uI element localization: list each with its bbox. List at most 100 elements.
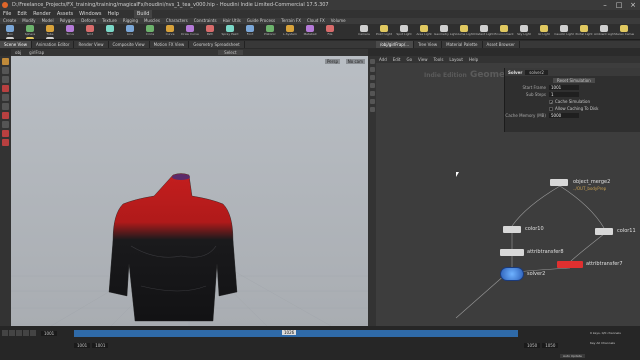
scene-viewport[interactable]: Persp No cam <box>11 56 368 326</box>
node-object-merge2[interactable] <box>550 179 568 186</box>
light-tool-ambient-light[interactable]: Ambient Light <box>594 24 614 36</box>
scale-tool-icon[interactable] <box>2 85 9 92</box>
menu-render[interactable]: Render <box>30 10 54 18</box>
light-tool-stereo-camera[interactable]: Stereo Camera <box>614 24 634 36</box>
tab-obj-girlfrap[interactable]: /obj/girlFrap/... <box>376 41 415 48</box>
light-tool-caustic-light[interactable]: Caustic Light <box>554 24 574 36</box>
shelf-tool-curve[interactable]: Curve <box>160 24 180 36</box>
light-tool-geometry-light[interactable]: Geometry Light <box>434 24 454 36</box>
light-tool-volume-light[interactable]: Volume Light <box>454 24 474 36</box>
shelf-tool-sphere[interactable]: Sphere <box>20 24 40 36</box>
tab-material-palette[interactable]: Material Palette <box>442 41 483 48</box>
pose-tool-icon[interactable] <box>2 94 9 101</box>
light-tool-area-light[interactable]: Area Light <box>414 24 434 36</box>
tab-asset-browser[interactable]: Asset Browser <box>483 41 520 48</box>
handle-tool-icon[interactable] <box>2 103 9 110</box>
shelf-tool-draw-curve[interactable]: Draw Curve <box>180 24 200 36</box>
key-all-channels-button[interactable]: Key All Channels <box>590 341 615 345</box>
shelf-tool-path[interactable]: Path <box>200 24 220 36</box>
close-button[interactable]: × <box>626 0 640 10</box>
menu-help[interactable]: Help <box>104 10 121 18</box>
node-attribtransfer7[interactable] <box>557 261 583 268</box>
step-back-icon[interactable] <box>9 330 15 336</box>
desktop-build[interactable]: Build <box>133 10 153 18</box>
shelf-tool-spray-paint[interactable]: Spray Paint <box>220 24 240 36</box>
light-tool-environment[interactable]: Environment <box>494 24 514 36</box>
light-tool-gamepad[interactable]: Gamepad <box>40 36 60 39</box>
brush-tool-icon[interactable] <box>2 130 9 137</box>
parm-node-name[interactable]: solver2 <box>525 69 548 75</box>
timeline-frame-marker[interactable]: 1026 <box>282 330 297 335</box>
node-color11[interactable] <box>595 228 613 235</box>
range-end-field[interactable]: 1050 <box>524 343 541 348</box>
shelf-tool-font[interactable]: Font <box>240 24 260 36</box>
allow-caching-checkbox[interactable] <box>549 106 553 111</box>
shelf-tool-torus[interactable]: Torus <box>60 24 80 36</box>
start-frame-input[interactable]: 1001 <box>549 85 579 90</box>
tab-animation-editor[interactable]: Animation Editor <box>32 41 75 48</box>
shaded-icon[interactable] <box>369 75 375 80</box>
display-option-icon[interactable] <box>369 59 375 64</box>
view-tool-icon[interactable] <box>2 112 9 119</box>
light-tool-distant-light[interactable]: Distant Light <box>474 24 494 36</box>
move-tool-icon[interactable] <box>2 67 9 74</box>
maximize-button[interactable]: □ <box>612 0 626 10</box>
tab-tree-view[interactable]: Tree View <box>414 41 443 48</box>
node-path[interactable]: girlFrap <box>25 50 48 55</box>
node-color10[interactable] <box>503 226 521 233</box>
light-tool-portal-light[interactable]: Portal Light <box>574 24 594 36</box>
range-start-field-2[interactable]: 1001 <box>92 343 109 348</box>
menu-edit[interactable]: Edit <box>14 10 30 18</box>
stop-icon[interactable] <box>16 330 22 336</box>
select-tool-icon[interactable] <box>2 58 9 65</box>
shelf-tool-tube[interactable]: Tube <box>40 24 60 36</box>
background-icon[interactable] <box>369 107 375 112</box>
range-end-field-2[interactable]: 1050 <box>542 343 559 348</box>
points-icon[interactable] <box>369 91 375 96</box>
tab-render-view[interactable]: Render View <box>74 41 109 48</box>
shelf-tool-file[interactable]: File <box>320 24 340 36</box>
snap-tool-icon[interactable] <box>2 121 9 128</box>
minimize-button[interactable]: – <box>598 0 612 10</box>
normals-icon[interactable] <box>369 99 375 104</box>
shelf-tool-box[interactable]: Box <box>0 24 20 36</box>
tab-motion-fx-view[interactable]: Motion FX View <box>150 41 190 48</box>
shelf-tool-platonic[interactable]: Platonic <box>260 24 280 36</box>
obj-path[interactable]: obj <box>11 50 25 55</box>
tab-scene-view[interactable]: Scene View <box>0 41 32 48</box>
menu-file[interactable]: File <box>0 10 14 18</box>
light-tool-switcher[interactable]: Switcher <box>20 36 40 39</box>
timeline-track[interactable]: 1026 <box>74 330 518 337</box>
viewport-select-menu[interactable]: Select <box>218 50 243 55</box>
cache-memory-input[interactable]: 5000 <box>549 113 579 118</box>
light-tool-spot-light[interactable]: Spot Light <box>394 24 414 36</box>
light-tool-sky-light[interactable]: Sky Light <box>514 24 534 36</box>
node-attribtransfer8[interactable] <box>500 249 524 256</box>
shelf-tool-l-system[interactable]: L-System <box>280 24 300 36</box>
wireframe-icon[interactable] <box>369 67 375 72</box>
shelf-tool-circle[interactable]: Circle <box>140 24 160 36</box>
shelf-tool-metaball[interactable]: Metaball <box>300 24 320 36</box>
current-frame-field[interactable]: 1001 <box>41 330 58 336</box>
rotate-tool-icon[interactable] <box>2 76 9 83</box>
cache-simulation-checkbox[interactable]: ✓ <box>549 99 553 104</box>
tab-composite-view[interactable]: Composite View <box>109 41 150 48</box>
light-tool-camera[interactable]: Camera <box>354 24 374 36</box>
shelf-tool-null[interactable]: Null <box>100 24 120 36</box>
menu-assets[interactable]: Assets <box>54 10 76 18</box>
play-icon[interactable] <box>30 330 36 336</box>
shelf-tool-grid[interactable]: Grid <box>80 24 100 36</box>
step-forward-icon[interactable] <box>23 330 29 336</box>
play-reverse-icon[interactable] <box>2 330 8 336</box>
light-tool-gi-light[interactable]: GI Light <box>534 24 554 36</box>
node-solver2[interactable] <box>500 267 524 281</box>
light-tool-point-light[interactable]: Point Light <box>374 24 394 36</box>
auto-update-menu[interactable]: Auto Update <box>560 354 585 358</box>
sub-steps-input[interactable]: 1 <box>549 92 579 97</box>
range-start-field[interactable]: 1001 <box>74 343 91 348</box>
menu-windows[interactable]: Windows <box>76 10 104 18</box>
lighting-icon[interactable] <box>369 83 375 88</box>
magnet-tool-icon[interactable] <box>2 139 9 146</box>
shelf-tool-line[interactable]: Line <box>120 24 140 36</box>
reset-simulation-button[interactable]: Reset Simulation <box>553 77 595 83</box>
